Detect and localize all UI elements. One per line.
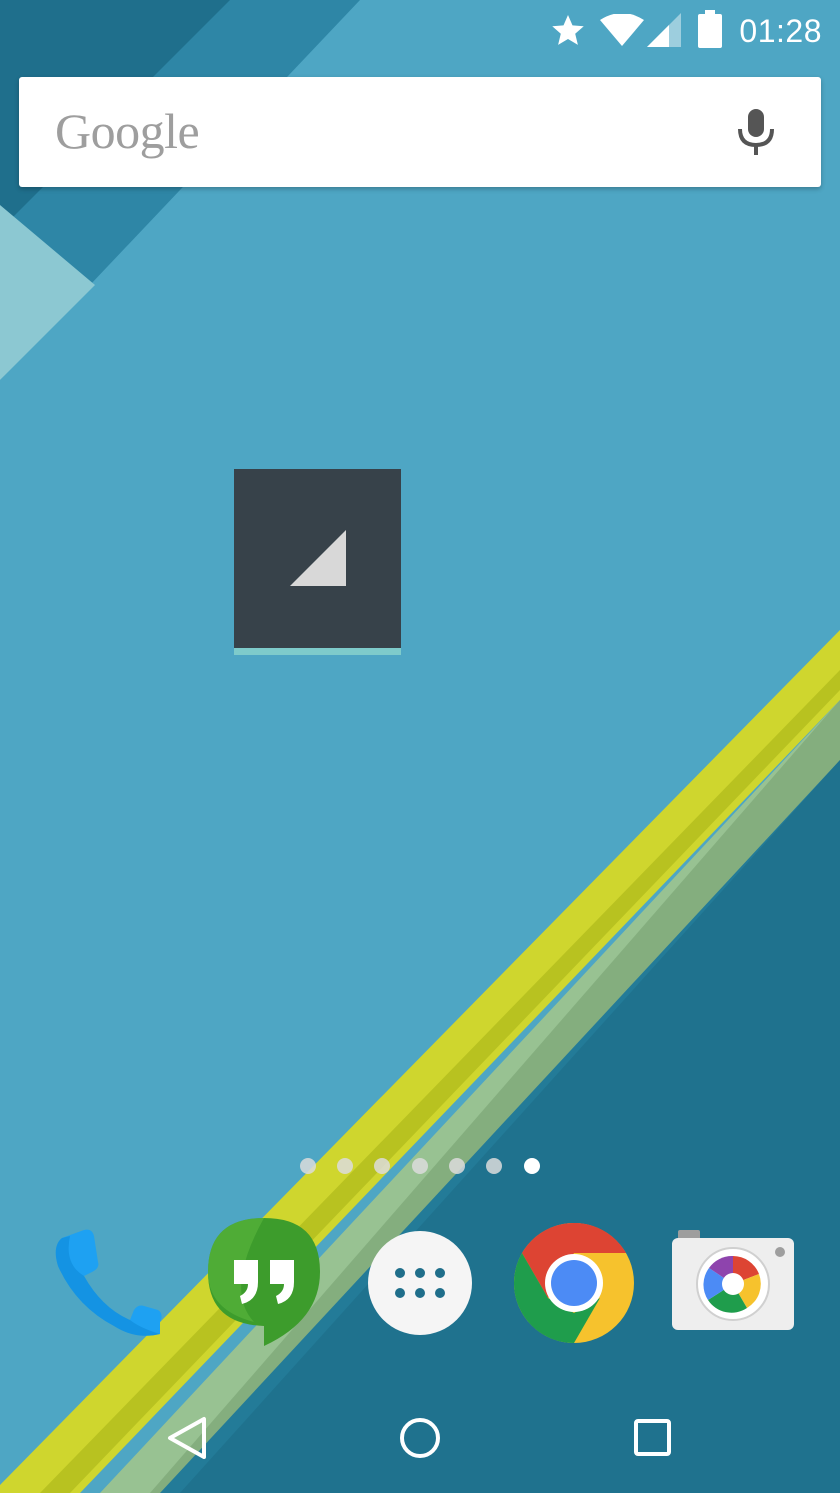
page-dot-active[interactable] — [524, 1158, 540, 1174]
phone-icon — [55, 1229, 162, 1336]
page-dot[interactable] — [449, 1158, 465, 1174]
recents-square-icon — [634, 1419, 671, 1456]
cell-signal-icon — [647, 13, 681, 52]
dock-app-drawer[interactable] — [350, 1210, 490, 1355]
back-button[interactable] — [152, 1405, 222, 1471]
page-dot[interactable] — [300, 1158, 316, 1174]
recents-button[interactable] — [618, 1405, 688, 1471]
back-triangle-icon — [168, 1417, 206, 1459]
status-bar: 01:28 — [0, 0, 840, 62]
app-drawer-icon — [368, 1231, 472, 1335]
home-screen: 01:28 Google — [0, 0, 840, 1493]
home-circle-icon — [400, 1418, 440, 1458]
dock-app-hangouts[interactable] — [194, 1210, 334, 1355]
google-logo: Google — [55, 103, 200, 159]
camera-icon — [672, 1230, 794, 1330]
page-dot[interactable] — [337, 1158, 353, 1174]
microphone-icon[interactable] — [729, 105, 783, 159]
dock-app-camera[interactable] — [664, 1210, 804, 1355]
page-dot[interactable] — [374, 1158, 390, 1174]
battery-icon — [697, 10, 723, 53]
page-dot[interactable] — [486, 1158, 502, 1174]
chrome-icon — [513, 1223, 634, 1343]
hangouts-icon — [208, 1218, 320, 1346]
dock-app-phone[interactable] — [40, 1210, 180, 1355]
page-dot[interactable] — [412, 1158, 428, 1174]
cell-signal-icon — [290, 530, 346, 586]
navigation-bar — [0, 1383, 840, 1493]
signal-widget[interactable] — [234, 469, 401, 655]
clock-time: 01:28 — [739, 13, 822, 49]
wifi-icon — [600, 13, 644, 51]
widget-accent-strip — [234, 648, 401, 655]
google-search-bar[interactable]: Google — [19, 77, 821, 187]
app-dock — [0, 1210, 840, 1360]
page-indicator — [294, 1156, 546, 1176]
dock-app-chrome[interactable] — [504, 1210, 644, 1355]
home-button[interactable] — [385, 1405, 455, 1471]
star-icon — [550, 12, 586, 53]
